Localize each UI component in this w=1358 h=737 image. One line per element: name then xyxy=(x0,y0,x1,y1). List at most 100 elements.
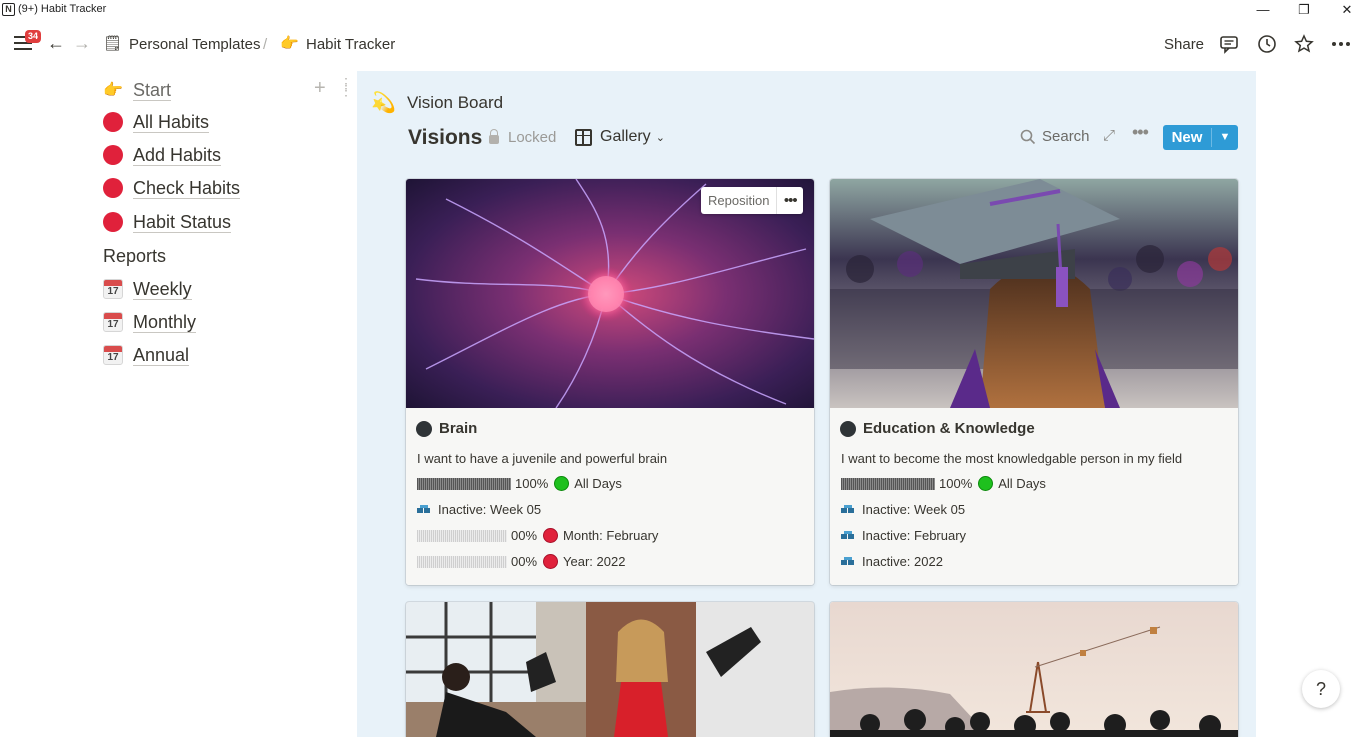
search-icon xyxy=(1020,129,1036,144)
clock-icon[interactable] xyxy=(1257,34,1277,54)
red-circle-icon xyxy=(543,554,559,569)
card-title-text: Brain xyxy=(439,420,478,437)
locked-indicator[interactable]: Locked xyxy=(489,129,556,146)
gallery-icon xyxy=(575,128,592,146)
red-circle-icon xyxy=(103,145,123,165)
breadcrumb-personal-templates[interactable]: Personal Templates xyxy=(129,36,260,53)
sidebar-item-label: Weekly xyxy=(133,278,192,300)
gallery-card-brain[interactable]: Brain I want to have a juvenile and powe… xyxy=(406,179,814,585)
restore-button[interactable]: ❐ xyxy=(1284,0,1324,22)
reports-heading: Reports xyxy=(103,246,167,266)
card-title[interactable]: Brain xyxy=(416,420,477,437)
search-label: Search xyxy=(1042,128,1090,145)
status-month: Inactive: February xyxy=(841,528,966,543)
sidebar-item-start[interactable]: 👉 Start xyxy=(103,77,172,103)
red-circle-icon xyxy=(103,212,123,232)
progress-percent: 00% xyxy=(511,554,538,569)
cover-image-workout xyxy=(406,602,814,737)
cover-more-icon[interactable]: ••• xyxy=(777,190,803,212)
sidebar-item-all-habits[interactable]: All Habits xyxy=(103,109,210,135)
board-title[interactable]: Vision Board xyxy=(407,93,503,113)
sidebar-item-label: Check Habits xyxy=(133,177,241,199)
sidebar-item-monthly[interactable]: 17 Monthly xyxy=(103,309,197,335)
more-options-icon[interactable] xyxy=(1331,34,1351,54)
sidebar-item-label: Annual xyxy=(133,344,190,366)
breadcrumb-habit-tracker[interactable]: Habit Tracker xyxy=(306,36,395,53)
green-circle-icon xyxy=(978,476,994,491)
view-type-label: Gallery xyxy=(600,128,651,145)
close-button[interactable]: ✕ xyxy=(1327,0,1358,22)
status-label: Inactive: February xyxy=(862,528,967,543)
reposition-button[interactable]: Reposition xyxy=(701,187,778,214)
inactive-icon xyxy=(841,504,855,515)
view-selector[interactable]: Gallery ⌄ xyxy=(575,128,665,146)
green-circle-icon xyxy=(554,476,570,491)
locked-label: Locked xyxy=(508,129,557,146)
breadcrumb-separator: / xyxy=(263,36,268,53)
status-week: Inactive: Week 05 xyxy=(841,502,965,517)
new-button[interactable]: New ▼ xyxy=(1163,125,1238,150)
calendar-icon: 17 xyxy=(103,279,123,299)
sidebar-item-annual[interactable]: 17 Annual xyxy=(103,342,190,368)
sidebar-item-weekly[interactable]: 17 Weekly xyxy=(103,276,192,302)
progress-label: All Days xyxy=(574,476,622,491)
progress-bar xyxy=(417,477,511,490)
comment-icon[interactable] xyxy=(1219,34,1239,54)
reposition-toolbar: Reposition ••• xyxy=(701,187,803,214)
more-options-icon[interactable]: ••• xyxy=(1132,122,1149,143)
status-label: Inactive: Week 05 xyxy=(438,502,542,517)
progress-bar xyxy=(417,555,507,568)
expand-icon[interactable]: ⤢ xyxy=(1103,127,1115,144)
top-toolbar: 34 ← → 🗒 Personal Templates / 👉 Habit Tr… xyxy=(0,22,1358,66)
new-button-label[interactable]: New xyxy=(1163,125,1211,150)
notion-logo-icon: N xyxy=(2,3,15,16)
star-icon[interactable] xyxy=(1294,34,1314,54)
card-title[interactable]: Education & Knowledge xyxy=(840,420,1035,437)
red-circle-icon xyxy=(543,528,559,543)
progress-label: All Days xyxy=(998,476,1046,491)
card-properties: Brain I want to have a juvenile and powe… xyxy=(406,408,814,585)
lock-icon xyxy=(489,129,499,144)
dark-circle-icon xyxy=(416,420,432,437)
gallery-card-education[interactable]: Education & Knowledge I want to become t… xyxy=(830,179,1238,585)
progress-all-days: 100% All Days xyxy=(417,476,622,491)
cover-image-graduation xyxy=(830,179,1238,408)
card-properties: Education & Knowledge I want to become t… xyxy=(830,408,1238,585)
progress-bar xyxy=(417,529,507,542)
sidebar-item-add-habits[interactable]: Add Habits xyxy=(103,142,222,168)
status-label: Inactive: Week 05 xyxy=(862,502,966,517)
sidebar-item-label: Add Habits xyxy=(133,144,222,166)
progress-percent: 100% xyxy=(939,476,973,491)
sidebar-item-check-habits[interactable]: Check Habits xyxy=(103,175,241,201)
minimize-button[interactable]: — xyxy=(1243,0,1283,22)
search-button[interactable]: Search xyxy=(1020,128,1090,145)
progress-bar xyxy=(841,477,935,490)
gallery-card-fitness[interactable] xyxy=(406,602,814,737)
dark-circle-icon xyxy=(840,420,856,437)
red-circle-icon xyxy=(103,178,123,198)
pointing-hand-icon: 👉 xyxy=(280,35,299,52)
sidebar-item-label: Monthly xyxy=(133,311,197,333)
add-block-icon[interactable]: + xyxy=(314,77,326,100)
cover-image-ferris-wheel xyxy=(830,602,1238,737)
red-circle-icon xyxy=(103,112,123,132)
progress-percent: 100% xyxy=(515,476,549,491)
notification-badge: 34 xyxy=(25,30,42,43)
help-button[interactable]: ? xyxy=(1302,670,1340,708)
forward-arrow-icon[interactable]: → xyxy=(73,33,91,54)
sidebar-item-habit-status[interactable]: Habit Status xyxy=(103,209,232,235)
gallery-card-travel[interactable] xyxy=(830,602,1238,737)
progress-month: 00% Month: February xyxy=(417,528,658,543)
notepad-icon: 🗒 xyxy=(103,35,123,52)
dizzy-star-icon: 💫 xyxy=(371,92,396,114)
calendar-icon: 17 xyxy=(103,312,123,332)
share-button[interactable]: Share xyxy=(1164,36,1204,53)
chevron-down-icon[interactable]: ▼ xyxy=(1212,125,1238,150)
inactive-icon xyxy=(417,504,431,515)
window-title: (9+) Habit Tracker xyxy=(18,3,107,15)
progress-label: Month: February xyxy=(563,528,659,543)
back-arrow-icon[interactable]: ← xyxy=(47,33,65,54)
progress-year: 00% Year: 2022 xyxy=(417,554,625,569)
progress-percent: 00% xyxy=(511,528,538,543)
status-year: Inactive: 2022 xyxy=(841,554,943,569)
